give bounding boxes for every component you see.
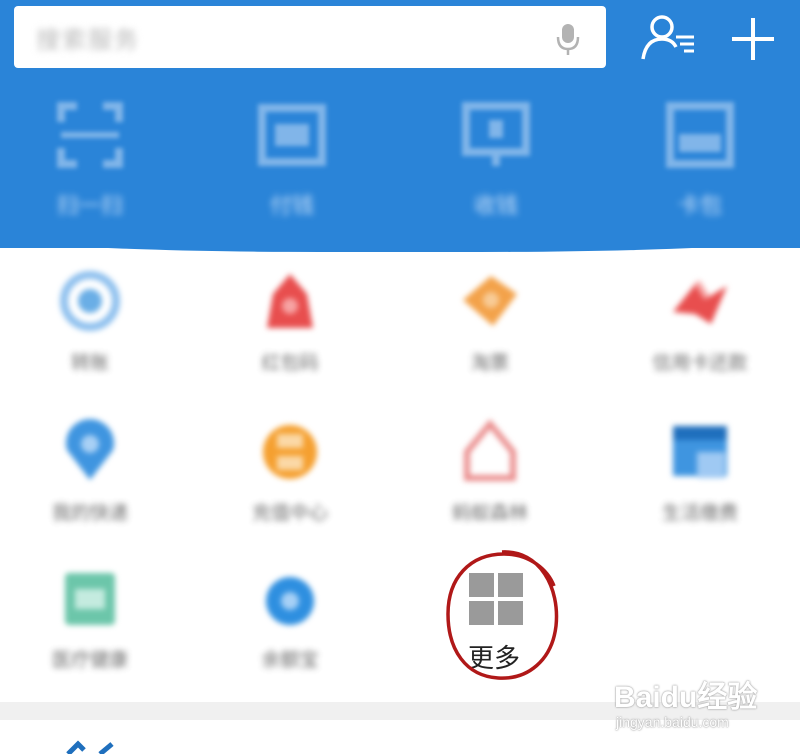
grid-item-label: 充值中心 xyxy=(251,502,328,524)
annotation-circle xyxy=(446,550,559,680)
grid-item-ticket[interactable]: 淘票 xyxy=(410,268,570,375)
ticket-icon xyxy=(463,276,517,326)
grid-item-label: 蚂蚁森林 xyxy=(451,502,528,524)
grid-item-bill[interactable]: 生活缴费 xyxy=(620,418,780,525)
pay-icon xyxy=(258,104,326,166)
tool-scan[interactable]: 扫一扫 xyxy=(20,100,160,230)
grid-item-label: 生活缴费 xyxy=(661,502,738,524)
watermark: Baidu经验 jingyan.baidu.com xyxy=(614,672,757,730)
forest-icon xyxy=(464,419,516,481)
watermark-brand: Baidu经验 xyxy=(614,681,758,714)
tool-pay[interactable]: 付钱 xyxy=(222,100,362,230)
grid-item-recharge[interactable]: 充值中心 xyxy=(210,418,370,525)
grid-item-label: 我的快递 xyxy=(51,502,128,524)
credit-card-icon xyxy=(673,280,727,324)
grid-item-red-envelope[interactable]: 红包码 xyxy=(210,268,370,375)
collect-icon xyxy=(462,102,530,166)
grid-item-label: 余额宝 xyxy=(261,649,319,671)
card-icon xyxy=(666,102,734,168)
partial-icon xyxy=(66,740,114,754)
tool-label: 收钱 xyxy=(473,194,518,219)
header-bar: 搜索服务 扫一扫 付钱 收钱 卡包 xyxy=(0,0,800,248)
transfer-icon xyxy=(60,271,120,331)
grid-item-transfer[interactable]: 转账 xyxy=(10,268,170,375)
wallet-icon xyxy=(266,577,314,625)
grid-item-label: 淘票 xyxy=(470,352,509,374)
grid-item-forest[interactable]: 蚂蚁森林 xyxy=(410,418,570,525)
tool-card[interactable]: 卡包 xyxy=(630,100,770,230)
tool-label: 卡包 xyxy=(677,194,722,219)
grid-item-label: 转账 xyxy=(70,352,109,374)
grid-item-credit-card[interactable]: 信用卡还款 xyxy=(620,268,780,375)
red-envelope-icon xyxy=(267,274,313,328)
tool-label: 扫一扫 xyxy=(56,194,123,219)
header-edge xyxy=(0,236,800,252)
scan-icon xyxy=(57,102,123,168)
watermark-url: jingyan.baidu.com xyxy=(616,714,729,730)
health-icon xyxy=(65,573,115,625)
grid-item-health[interactable]: 医疗健康 xyxy=(10,565,170,672)
contacts-icon[interactable] xyxy=(640,12,700,66)
search-placeholder: 搜索服务 xyxy=(36,25,140,54)
search-box[interactable]: 搜索服务 xyxy=(14,6,606,68)
microphone-icon[interactable] xyxy=(556,22,580,60)
bill-icon xyxy=(673,426,727,478)
tool-collect[interactable]: 收钱 xyxy=(426,100,566,230)
top-tools: 扫一扫 付钱 收钱 卡包 xyxy=(0,100,800,230)
location-icon xyxy=(66,419,114,480)
add-icon[interactable] xyxy=(728,14,778,68)
grid-item-wallet[interactable]: 余额宝 xyxy=(210,565,370,672)
grid-item-label: 红包码 xyxy=(261,352,319,374)
recharge-icon xyxy=(263,425,317,479)
grid-item-label: 信用卡还款 xyxy=(652,352,748,374)
grid-item-label: 医疗健康 xyxy=(51,649,128,671)
grid-item-location[interactable]: 我的快递 xyxy=(10,418,170,525)
tool-label: 付钱 xyxy=(269,194,314,219)
